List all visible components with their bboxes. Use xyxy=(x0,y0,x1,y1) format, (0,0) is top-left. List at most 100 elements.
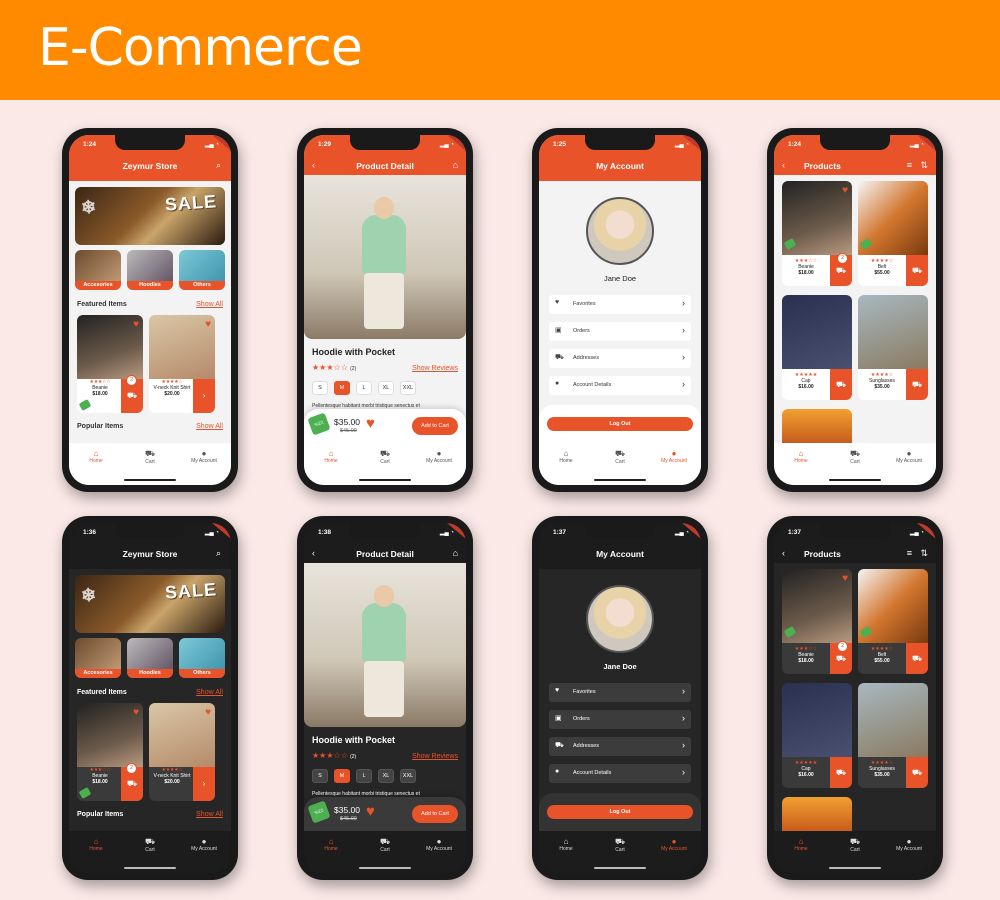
heart-icon[interactable]: ♥ xyxy=(133,319,139,330)
product-card[interactable]: ★★★★☆ Sunglasses $35.00 ⛟ xyxy=(858,683,928,788)
price: $35.00 xyxy=(334,805,360,815)
nav-account[interactable]: ● My Account xyxy=(654,837,694,873)
product-card[interactable]: ♥ ★★★☆☆ Beanie $18.00 ⛟ xyxy=(782,181,852,286)
product-card[interactable]: ★★★★☆ Belt $55.00 ⛟ xyxy=(858,569,928,674)
sale-banner[interactable]: ❄ SALE xyxy=(75,575,225,633)
featured-show-all[interactable]: Show All xyxy=(196,301,223,308)
home-icon: ⌂ xyxy=(328,449,334,458)
account-item-addresses[interactable]: ⛟ Addresses › xyxy=(549,737,691,756)
account-item-account-details[interactable]: ● Account Details › xyxy=(549,764,691,783)
product-card[interactable]: ★★★★☆ Sunglasses $35.00 ⛟ xyxy=(858,295,928,400)
heart-icon[interactable]: ♥ xyxy=(133,707,139,718)
search-icon[interactable]: ⌕ xyxy=(216,548,221,559)
sort-icon[interactable]: ⇅ xyxy=(920,160,928,171)
heart-icon[interactable]: ♥ xyxy=(205,707,211,718)
add-to-cart-button[interactable]: ⛟ xyxy=(906,255,928,286)
size-option[interactable]: S xyxy=(312,381,328,395)
back-arrow-icon[interactable]: ‹ xyxy=(782,160,785,170)
show-reviews-link[interactable]: Show Reviews xyxy=(412,365,458,372)
filter-icon[interactable]: ≡ xyxy=(907,548,912,558)
add-to-cart-button[interactable]: ⛟ xyxy=(830,757,852,788)
size-option[interactable]: L xyxy=(356,769,372,783)
heart-icon[interactable]: ♥ xyxy=(842,573,848,584)
category-hoodies[interactable]: Hoodies xyxy=(127,250,173,290)
account-item-favorites[interactable]: ♥ Favorites › xyxy=(549,683,691,702)
nav-home[interactable]: ⌂ Home xyxy=(546,449,586,485)
account-item-addresses[interactable]: ⛟ Addresses › xyxy=(549,349,691,368)
favorite-heart-icon[interactable]: ♥ xyxy=(366,803,375,820)
screen: 1:24 ▂▄ ◔ ‹ Products ≡ ⇅ ♥ ★★★☆☆ Beanie $18.00 ⛟ ★★… xyxy=(774,135,936,485)
nav-account[interactable]: ● My Account xyxy=(889,837,929,873)
add-to-cart-button[interactable]: ⛟ xyxy=(830,369,852,400)
header-banner: E-Commerce xyxy=(0,0,1000,100)
home-icon[interactable]: ⌂ xyxy=(453,160,458,170)
sale-banner[interactable]: ❄ SALE xyxy=(75,187,225,245)
add-to-cart-button[interactable]: ⛟ xyxy=(906,369,928,400)
nav-account[interactable]: ● My Account xyxy=(889,449,929,485)
product-card[interactable]: ♥ ★★★★☆ V-neck Knit Shirt $20.00 › xyxy=(149,315,215,413)
search-icon[interactable]: ⌕ xyxy=(216,160,221,171)
account-item-account-details[interactable]: ● Account Details › xyxy=(549,376,691,395)
nav-home[interactable]: ⌂ Home xyxy=(781,449,821,485)
product-card[interactable]: ♥ ★★★★☆ V-neck Knit Shirt $20.00 › xyxy=(149,703,215,801)
size-option[interactable]: L xyxy=(356,381,372,395)
phone-product-detail-dark: 1:38 ▂▄ ◔ ‹ Product Detail ⌂ Hoodie with Pock… xyxy=(297,516,473,880)
logout-button[interactable]: Log Out xyxy=(547,805,693,819)
nav-home[interactable]: ⌂ Home xyxy=(781,837,821,873)
show-reviews-link[interactable]: Show Reviews xyxy=(412,753,458,760)
nav-home[interactable]: ⌂ Home xyxy=(546,837,586,873)
product-card[interactable]: ★★★★★ Cap $16.00 ⛟ xyxy=(782,295,852,400)
category-hoodies[interactable]: Hoodies xyxy=(127,638,173,678)
nav-account[interactable]: ● My Account xyxy=(184,837,224,873)
nav-home[interactable]: ⌂ Home xyxy=(311,837,351,873)
sort-icon[interactable]: ⇅ xyxy=(920,548,928,559)
nav-home[interactable]: ⌂ Home xyxy=(311,449,351,485)
product-card[interactable]: ♥ ★★★☆☆ Beanie $18.00 ⛟ xyxy=(77,315,143,413)
featured-show-all[interactable]: Show All xyxy=(196,689,223,696)
popular-show-all[interactable]: Show All xyxy=(196,423,223,430)
size-option[interactable]: M xyxy=(334,381,350,395)
add-to-cart-button[interactable]: Add to Cart xyxy=(412,805,458,823)
size-option[interactable]: M xyxy=(334,769,350,783)
person-icon: ● xyxy=(671,837,677,846)
next-button[interactable]: › xyxy=(193,767,215,801)
nav-account[interactable]: ● My Account xyxy=(419,837,459,873)
logout-button[interactable]: Log Out xyxy=(547,417,693,431)
home-icon[interactable]: ⌂ xyxy=(453,548,458,558)
product-card[interactable]: ★★★★★ Cap $16.00 ⛟ xyxy=(782,683,852,788)
product-image xyxy=(858,295,928,369)
add-to-cart-button[interactable]: ⛟ xyxy=(906,757,928,788)
nav-account[interactable]: ● My Account xyxy=(654,449,694,485)
category-others[interactable]: Others xyxy=(179,638,225,678)
nav-home[interactable]: ⌂ Home xyxy=(76,837,116,873)
filter-icon[interactable]: ≡ xyxy=(907,160,912,170)
size-option[interactable]: XXL xyxy=(400,381,416,395)
product-card[interactable]: ♥ ★★★☆☆ Beanie $18.00 ⛟ xyxy=(77,703,143,801)
size-option[interactable]: XXL xyxy=(400,769,416,783)
product-card[interactable]: ★★★★☆ Belt $55.00 ⛟ xyxy=(858,181,928,286)
nav-account[interactable]: ● My Account xyxy=(419,449,459,485)
nav-home[interactable]: ⌂ Home xyxy=(76,449,116,485)
heart-icon[interactable]: ♥ xyxy=(842,185,848,196)
favorite-heart-icon[interactable]: ♥ xyxy=(366,415,375,432)
size-option[interactable]: S xyxy=(312,769,328,783)
category-accesories[interactable]: Accesories xyxy=(75,250,121,290)
page-title: My Account xyxy=(596,549,644,559)
back-arrow-icon[interactable]: ‹ xyxy=(782,548,785,558)
size-option[interactable]: XL xyxy=(378,769,394,783)
account-item-orders[interactable]: ▣ Orders › xyxy=(549,322,691,341)
category-accesories[interactable]: Accesories xyxy=(75,638,121,678)
heart-icon[interactable]: ♥ xyxy=(205,319,211,330)
app-bar: 1:36 ▂▄ ◔ Zeymur Store ⌕ xyxy=(69,523,231,569)
category-others[interactable]: Others xyxy=(179,250,225,290)
nav-account[interactable]: ● My Account xyxy=(184,449,224,485)
account-item-orders[interactable]: ▣ Orders › xyxy=(549,710,691,729)
add-to-cart-button[interactable]: Add to Cart xyxy=(412,417,458,435)
chevron-right-icon: › xyxy=(682,740,685,750)
account-item-favorites[interactable]: ♥ Favorites › xyxy=(549,295,691,314)
popular-show-all[interactable]: Show All xyxy=(196,811,223,818)
product-card[interactable]: ♥ ★★★☆☆ Beanie $18.00 ⛟ xyxy=(782,569,852,674)
size-option[interactable]: XL xyxy=(378,381,394,395)
add-to-cart-button[interactable]: ⛟ xyxy=(906,643,928,674)
next-button[interactable]: › xyxy=(193,379,215,413)
